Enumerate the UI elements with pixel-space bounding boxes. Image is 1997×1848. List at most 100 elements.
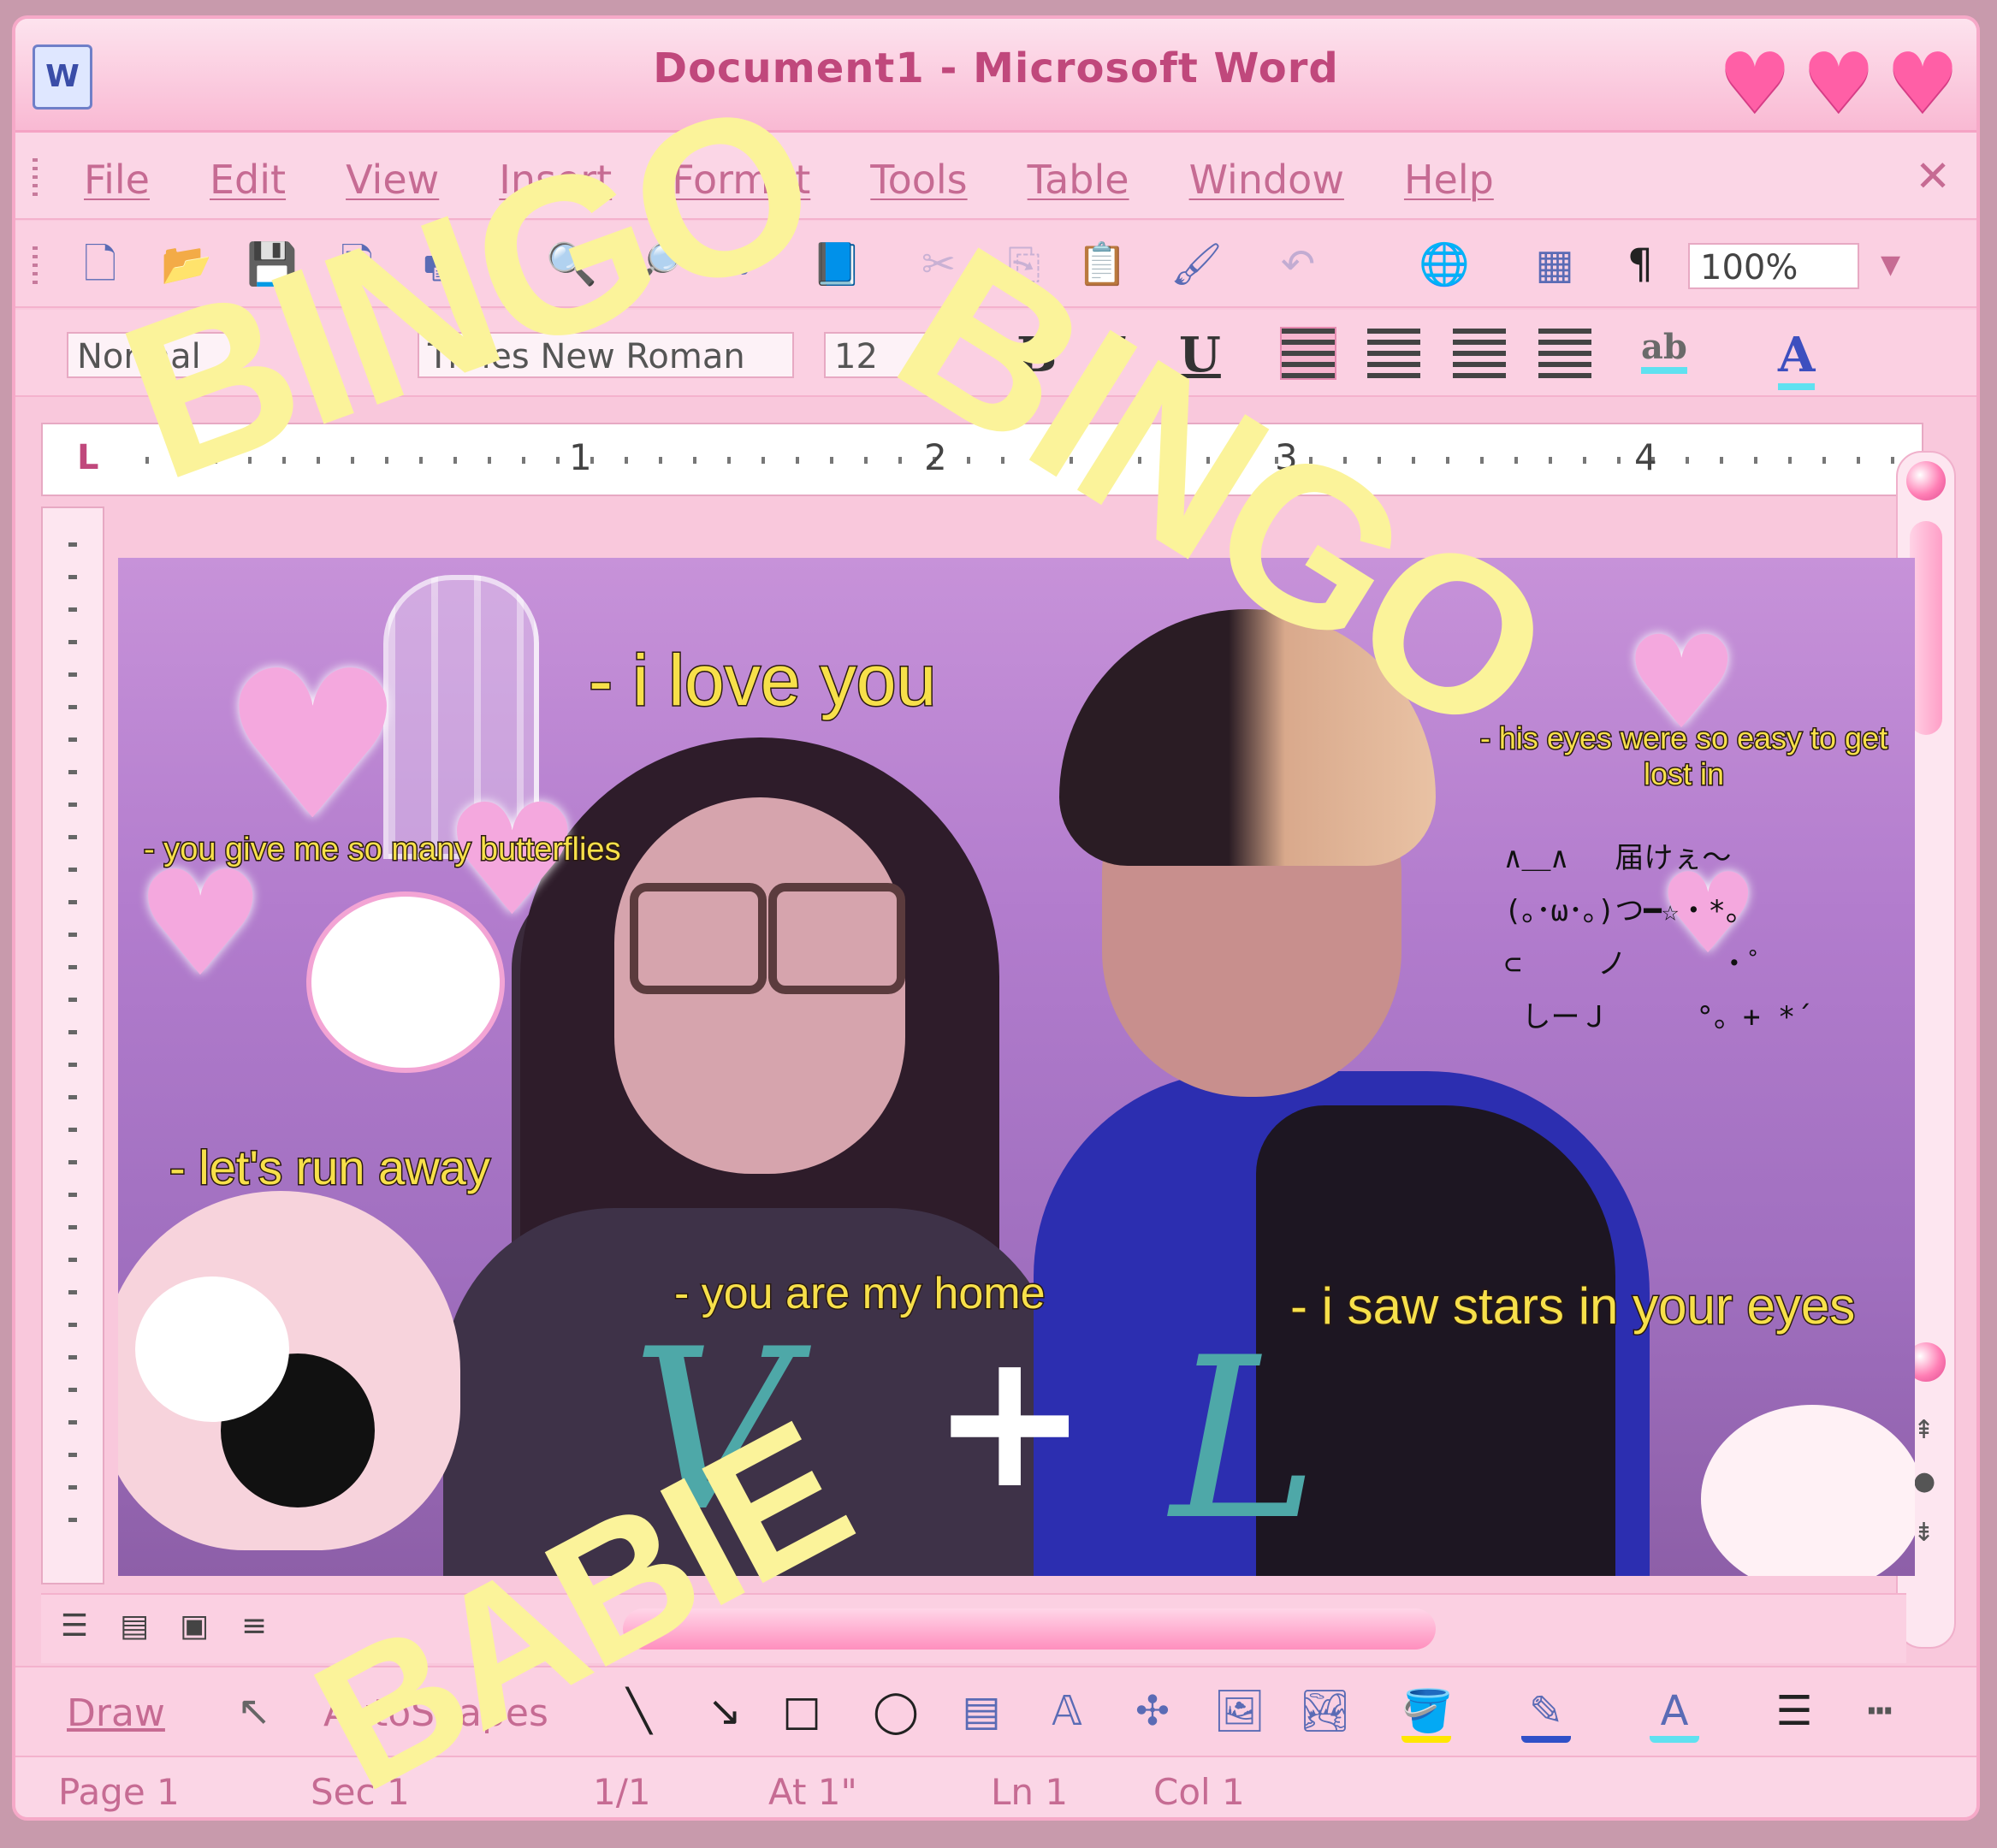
fill-color-icon[interactable]: 🪣	[1401, 1686, 1453, 1743]
show-hide-icon[interactable]: ¶	[1615, 240, 1665, 289]
title-bar[interactable]: W Document1 - Microsoft Word ♥ ♥ ♥	[15, 19, 1976, 133]
man-hair	[1059, 609, 1436, 866]
wordart-icon[interactable]: 𝔸	[1042, 1686, 1092, 1736]
font-color-icon[interactable]: A	[1650, 1686, 1699, 1743]
menu-table[interactable]: Table	[1028, 157, 1129, 203]
window-controls: ♥ ♥ ♥	[1718, 42, 1959, 124]
select-objects-icon[interactable]: ↖	[229, 1686, 279, 1736]
cut-icon[interactable]: ✂	[914, 240, 963, 289]
menu-insert[interactable]: Insert	[499, 157, 612, 203]
align-right-icon[interactable]	[1453, 329, 1506, 378]
align-center-icon[interactable]	[1367, 329, 1420, 378]
open-folder-icon[interactable]: 📂	[161, 240, 212, 289]
research-book-icon[interactable]: 📘	[811, 240, 862, 289]
copy-icon[interactable]: ⎘	[999, 240, 1049, 289]
clip-art-icon[interactable]: 🖼	[1213, 1686, 1265, 1736]
picture-icon[interactable]: 🏞	[1299, 1686, 1351, 1736]
autoshapes-button[interactable]: AutoShapes	[323, 1691, 548, 1735]
rectangle-icon[interactable]: □	[777, 1686, 827, 1736]
menu-format[interactable]: Format	[672, 157, 810, 203]
menu-bar: File Edit View Insert Format Tools Table…	[15, 133, 1976, 220]
underline-button[interactable]: U	[1179, 327, 1221, 383]
normal-view-icon[interactable]: ☰	[50, 1602, 99, 1651]
draw-menu-button[interactable]: Draw	[67, 1691, 165, 1735]
kaomoji-text: ∧＿∧ 届けぇ〜 (｡･ω･｡)つ━☆・*。 ⊂ ノ ・゜ しーＪ °。+ *´	[1504, 841, 1813, 1034]
tables-borders-icon[interactable]: ▦	[1530, 240, 1579, 289]
horizontal-scrollbar[interactable]	[623, 1608, 1436, 1650]
menu-help[interactable]: Help	[1404, 157, 1494, 203]
zoom-dropdown-icon[interactable]: ▼	[1881, 250, 1900, 280]
spelling-icon[interactable]: ✔	[726, 240, 775, 289]
format-painter-icon[interactable]: 🖌	[1170, 240, 1223, 289]
paste-icon[interactable]: 📋	[1076, 240, 1128, 289]
zoom-select[interactable]: 100%	[1688, 243, 1859, 289]
justify-icon[interactable]	[1538, 329, 1591, 378]
highlight-button[interactable]: ab	[1641, 327, 1687, 374]
initial-l: L	[1170, 1311, 1318, 1569]
menu-edit[interactable]: Edit	[210, 157, 286, 203]
word-window: W Document1 - Microsoft Word ♥ ♥ ♥ File …	[12, 15, 1980, 1821]
menu-file[interactable]: File	[84, 157, 150, 203]
print-preview-icon[interactable]: 🔍	[546, 240, 597, 289]
font-size-select[interactable]: 12	[824, 332, 935, 378]
white-cat-hug-sticker	[135, 1276, 289, 1422]
select-browse-object-icon[interactable]: ●	[1913, 1466, 1935, 1496]
dash-style-icon[interactable]: ┅	[1855, 1686, 1905, 1736]
research-icon[interactable]: 🔎	[631, 240, 683, 289]
minimize-heart-icon[interactable]: ♥	[1718, 42, 1792, 124]
caption-love: - i love you	[587, 639, 937, 722]
toolbar-grip-icon[interactable]	[33, 246, 38, 284]
bold-button[interactable]: B	[1016, 327, 1057, 383]
menu-view[interactable]: View	[346, 157, 439, 203]
status-at: At 1"	[768, 1771, 857, 1813]
menu-grip-icon[interactable]	[33, 158, 38, 196]
close-document-icon[interactable]: ✕	[1915, 151, 1951, 201]
line-style-icon[interactable]: ☰	[1769, 1686, 1819, 1736]
caption-run: - let's run away	[169, 1140, 492, 1196]
font-color-button[interactable]: A	[1778, 327, 1816, 390]
permission-icon[interactable]: 🗎	[332, 240, 382, 289]
menu-window[interactable]: Window	[1189, 157, 1344, 203]
line-color-icon[interactable]: ✎	[1521, 1686, 1571, 1743]
align-left-icon[interactable]	[1280, 327, 1336, 380]
print-layout-icon[interactable]: ▣	[169, 1602, 219, 1651]
white-cat-sticker	[306, 891, 505, 1073]
plus-sign: +	[931, 1311, 1089, 1530]
maximize-heart-icon[interactable]: ♥	[1802, 42, 1876, 124]
woman-glasses-right	[768, 883, 905, 994]
oval-icon[interactable]: ◯	[871, 1686, 921, 1736]
ruler-number: 1	[569, 436, 592, 478]
tab-selector[interactable]: L	[77, 438, 99, 477]
new-document-icon[interactable]: 🗋	[75, 240, 125, 289]
status-page: Page 1	[58, 1771, 180, 1813]
undo-icon[interactable]: ↶	[1273, 240, 1323, 289]
arrow-icon[interactable]: ↘	[700, 1686, 750, 1736]
diagram-icon[interactable]: ✣	[1128, 1686, 1177, 1736]
scroll-up-ball-icon[interactable]	[1906, 461, 1946, 500]
font-select[interactable]: Times New Roman	[418, 332, 794, 378]
horizontal-ruler[interactable]: L 1 2 3 4	[41, 423, 1923, 496]
style-select[interactable]: Normal	[67, 332, 238, 378]
woman-glasses-left	[630, 883, 767, 994]
save-icon[interactable]: 💾	[246, 240, 298, 289]
print-icon[interactable]: 🖶	[418, 240, 467, 289]
outline-view-icon[interactable]: ≡	[229, 1602, 279, 1651]
caption-butterflies: - you give me so many butterflies	[143, 831, 623, 869]
vertical-ruler[interactable]	[41, 506, 104, 1584]
ruler-number: 3	[1275, 436, 1298, 478]
status-section: Sec 1	[311, 1771, 410, 1813]
caption-stars: - i saw stars in your eyes	[1289, 1276, 1856, 1336]
window-title: Document1 - Microsoft Word	[653, 44, 1339, 92]
menu-tools[interactable]: Tools	[870, 157, 967, 203]
next-page-icon[interactable]: ⇟	[1913, 1518, 1935, 1548]
web-layout-icon[interactable]: ▤	[110, 1602, 159, 1651]
line-icon[interactable]: ╲	[614, 1686, 664, 1736]
close-heart-icon[interactable]: ♥	[1886, 42, 1959, 124]
text-box-icon[interactable]: ▤	[957, 1686, 1006, 1736]
initial-v: V	[631, 1302, 792, 1561]
previous-page-icon[interactable]: ⇞	[1913, 1415, 1935, 1445]
hyperlink-icon[interactable]: 🌐	[1419, 240, 1470, 289]
caption-eyes: - his eyes were so easy to get lost in	[1478, 720, 1888, 793]
size-dropdown-icon[interactable]: ▼	[927, 341, 947, 370]
italic-button[interactable]: I	[1102, 327, 1124, 383]
